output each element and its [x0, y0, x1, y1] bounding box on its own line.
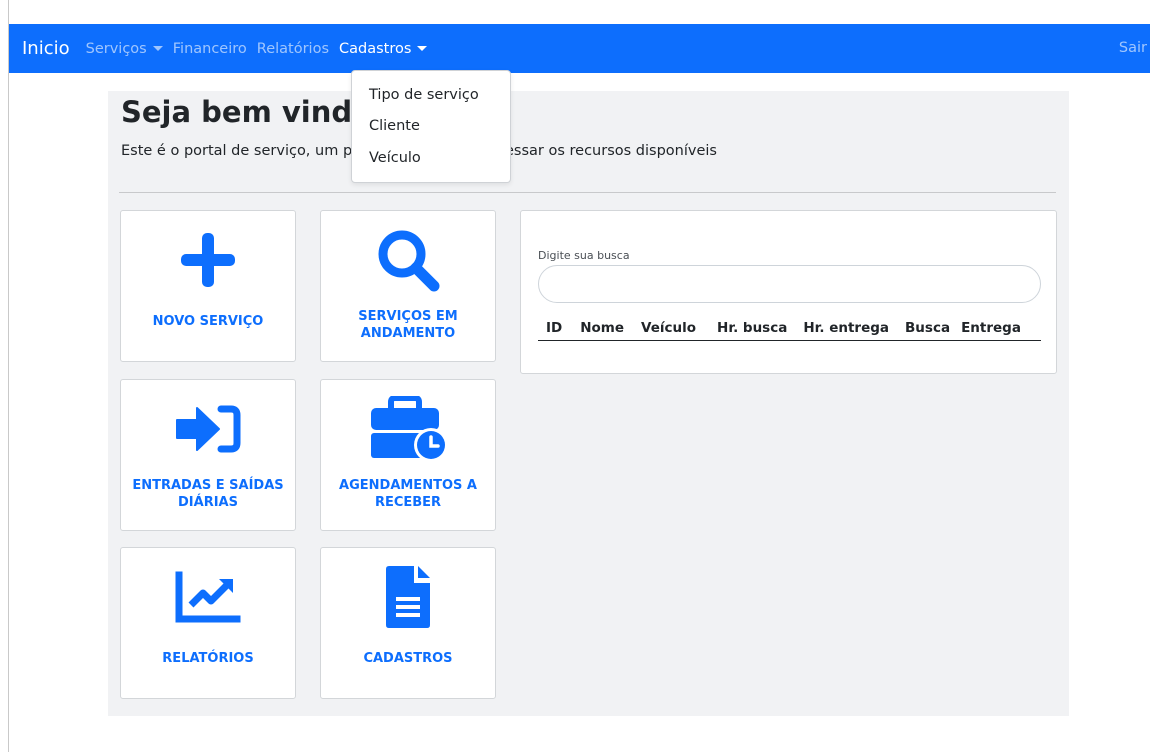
card-label: NOVO SERVIÇO	[152, 314, 264, 329]
brand-link[interactable]: Inicio	[22, 38, 70, 59]
card-agendamentos[interactable]: AGENDAMENTOS A RECEBER	[320, 379, 496, 531]
card-servicos-em-andamento[interactable]: SERVIÇOS EM ANDAMENTO	[320, 210, 496, 362]
briefcase-clock-icon	[321, 394, 495, 464]
nav-item-relatorios[interactable]: Relatórios	[257, 41, 329, 57]
nav-item-label: Financeiro	[172, 40, 247, 57]
card-cadastros[interactable]: CADASTROS	[320, 547, 496, 699]
dropdown-item-cliente[interactable]: Cliente	[369, 118, 420, 134]
subtitle-end: cessar os recursos disponíveis	[497, 143, 717, 159]
column-header-hr-entrega: Hr. entrega	[803, 319, 890, 336]
card-label: RELATÓRIOS	[162, 651, 254, 666]
card-novo-servico[interactable]: NOVO SERVIÇO	[120, 210, 296, 362]
column-header-busca: Busca	[905, 319, 951, 336]
search-input[interactable]	[538, 265, 1041, 303]
search-panel: Digite sua busca ID Nome Veículo Hr. bus…	[520, 210, 1057, 374]
window-edge-line	[8, 0, 9, 752]
logout-link[interactable]: Sair	[1119, 40, 1147, 56]
top-navbar: Inicio Serviços Financeiro Relatórios Ca…	[9, 24, 1150, 73]
search-label: Digite sua busca	[538, 249, 630, 262]
sign-in-icon	[121, 394, 295, 464]
results-table-header: ID Nome Veículo Hr. busca Hr. entrega Bu…	[538, 315, 1041, 341]
nav-item-label: Serviços	[85, 40, 147, 57]
chart-line-icon	[121, 562, 295, 632]
dropdown-item-veiculo[interactable]: Veículo	[369, 150, 421, 166]
card-label: AGENDAMENTOS A RECEBER	[339, 478, 477, 510]
subtitle-start: Este é o portal de serviço, um po	[121, 143, 362, 159]
card-entradas-saidas[interactable]: ENTRADAS E SAÍDAS DIÁRIAS	[120, 379, 296, 531]
plus-icon	[121, 225, 295, 295]
card-label: SERVIÇOS EM ANDAMENTO	[358, 309, 458, 341]
search-icon	[321, 225, 495, 295]
column-header-id: ID	[546, 319, 563, 336]
card-relatorios[interactable]: RELATÓRIOS	[120, 547, 296, 699]
divider	[119, 192, 1056, 193]
dropdown-item-tipo-servico[interactable]: Tipo de serviço	[369, 87, 479, 103]
card-label: ENTRADAS E SAÍDAS DIÁRIAS	[132, 478, 284, 510]
nav-item-servicos[interactable]: Serviços	[86, 41, 163, 57]
caret-down-icon	[152, 46, 163, 51]
page-title: Seja bem vindo	[121, 95, 373, 129]
nav-item-label: Cadastros	[339, 40, 412, 57]
nav-item-label: Relatórios	[256, 40, 329, 57]
cadastros-dropdown-menu: Tipo de serviço Cliente Veículo	[351, 70, 511, 183]
caret-down-icon	[417, 46, 428, 51]
page: Inicio Serviços Financeiro Relatórios Ca…	[0, 0, 1150, 752]
column-header-nome: Nome	[580, 319, 625, 336]
nav-item-cadastros[interactable]: Cadastros	[339, 40, 428, 57]
column-header-entrega: Entrega	[961, 319, 1021, 336]
card-label: CADASTROS	[363, 651, 453, 666]
nav-item-financeiro[interactable]: Financeiro	[173, 41, 247, 57]
file-icon	[321, 562, 495, 632]
column-header-veiculo: Veículo	[641, 319, 697, 336]
column-header-hr-busca: Hr. busca	[717, 319, 788, 336]
